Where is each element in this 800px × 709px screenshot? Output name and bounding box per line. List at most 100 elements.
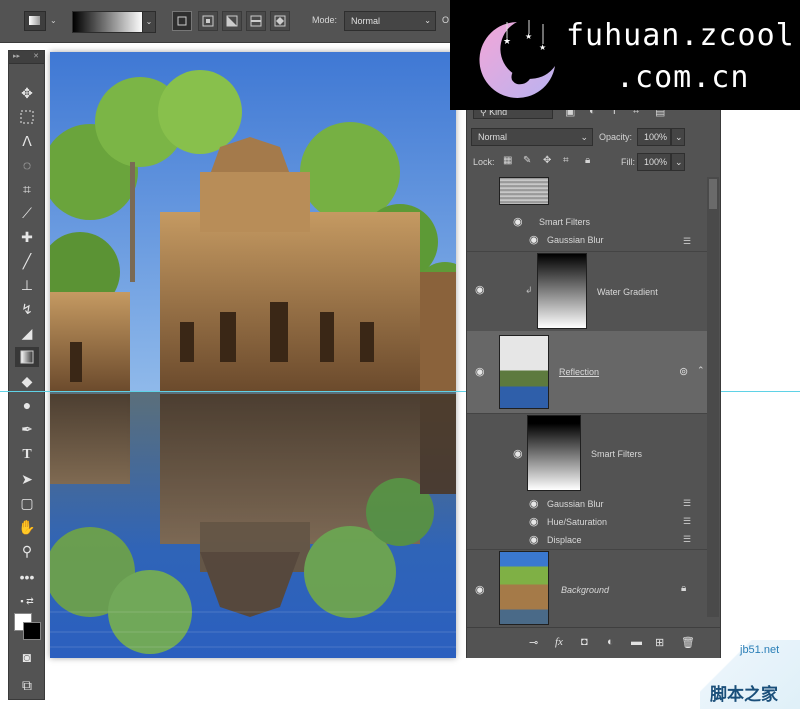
fill-dropdown[interactable]: ⌄ [671,153,685,171]
filter-options-icon[interactable]: ☰ [683,499,697,508]
lock-transparent-icon[interactable]: ▦ [503,155,512,166]
lock-position-icon[interactable]: ✥ [543,155,551,166]
stamp-tool-icon[interactable]: ⊥ [15,275,39,295]
eye-icon[interactable]: ◉ [529,515,539,528]
gradient-dropdown[interactable]: ⌄ [142,11,156,33]
crop-tool-icon[interactable]: ⌗ [15,179,39,199]
hand-tool-icon[interactable]: ✋ [15,517,39,537]
layer-thumbnail [537,253,587,329]
tools-panel-header[interactable]: ▸▸ ✕ [9,51,44,64]
layer-row-top[interactable]: ◉ Smart Filters ◉ Gaussian Blur ☰ [467,177,707,252]
gradient-picker[interactable] [72,11,144,33]
filter-options-icon[interactable]: ☰ [683,237,697,246]
new-layer-icon[interactable]: ⊞ [655,636,664,649]
layer-thumbnail [499,177,549,205]
eyedropper-tool-icon[interactable]: ⟋ [15,203,39,223]
opacity-value: 100% [644,132,668,142]
site-name: 脚本之家 [710,685,778,704]
marquee-tool-icon[interactable] [15,107,39,127]
blend-mode-value: Normal [478,132,508,142]
layer-row-reflection[interactable]: ◉ Reflection ⊚ ⌃ [467,331,707,414]
watermark-text-line1: fuhuan.zcool [566,18,795,53]
gradient-tool-preset-icon[interactable] [24,11,46,31]
watermark-text-line2: .com.cn [616,60,750,95]
swap-colors-icon[interactable]: ▪ ⇄ [15,591,39,611]
lock-pixels-icon[interactable]: ✎ [523,155,531,166]
eye-icon[interactable]: ◉ [529,533,539,546]
eye-icon[interactable]: ◉ [529,497,539,510]
diamond-gradient-button[interactable] [270,11,290,31]
background-color-swatch[interactable] [23,622,41,640]
type-tool-icon[interactable]: T [15,445,39,465]
smart-object-icon[interactable]: ⊚ [679,365,688,378]
history-brush-tool-icon[interactable]: ↯ [15,299,39,319]
fill-input[interactable]: 100% [637,153,671,171]
angle-gradient-button[interactable] [222,11,242,31]
collapse-chevron-icon[interactable]: ⌃ [697,365,705,376]
eye-icon[interactable]: ◉ [475,365,485,378]
delete-layer-icon[interactable]: 🗑︎ [681,636,695,649]
eraser-tool-icon[interactable]: ◢ [15,323,39,343]
layer-thumbnail [499,551,549,625]
layer-row-water-gradient[interactable]: ◉ ↲ Water Gradient [467,251,707,332]
mode-select[interactable]: Normal ⌄ [344,11,436,31]
brush-tool-icon[interactable]: ╱ [15,251,39,271]
lock-artboard-icon[interactable]: ⌗ [563,155,569,166]
blend-mode-select[interactable]: Normal ⌄ [471,128,593,146]
watermark-banner: ★ ★ ★ fuhuan.zcool .com.cn [450,0,800,110]
add-mask-icon[interactable]: ◘ [581,636,588,648]
document-canvas[interactable] [50,52,456,658]
healing-brush-tool-icon[interactable]: ✚ [15,227,39,247]
add-layer-style-icon[interactable]: fx [555,636,563,648]
lasso-tool-icon[interactable]: ᐱ [15,131,39,151]
blur-tool-icon[interactable]: ◆ [15,371,39,391]
scrollbar-thumb[interactable] [709,179,717,209]
opacity-label-cut: O [442,15,450,25]
quick-mask-icon[interactable]: ◙ [15,647,39,667]
site-url: jb51.net [740,644,780,656]
chevron-down-icon[interactable]: ⌄ [50,16,57,25]
gradient-tool-icon[interactable] [15,347,39,367]
eye-icon[interactable]: ◉ [513,215,523,228]
eye-icon[interactable]: ◉ [529,233,539,246]
opacity-input[interactable]: 100% [637,128,671,146]
lock-icon: 🔒︎ [681,583,687,594]
lock-label: Lock: [473,157,495,167]
eye-icon[interactable]: ◉ [513,447,523,460]
pen-tool-icon[interactable]: ✒ [15,419,39,439]
link-layers-icon[interactable]: ⊸ [529,636,538,649]
layer-thumbnail [499,335,549,409]
new-group-icon[interactable]: ▬ [631,636,642,648]
filter-options-icon[interactable]: ☰ [683,535,697,544]
rectangle-tool-icon[interactable]: ▢ [15,493,39,513]
new-adjustment-layer-icon[interactable]: ◐ [607,636,614,648]
zoom-tool-icon[interactable]: ⚲ [15,541,39,561]
filter-name: Gaussian Blur [547,499,604,509]
path-selection-tool-icon[interactable]: ➤ [15,469,39,489]
mode-value: Normal [351,16,381,26]
layer-row-smart-filters[interactable]: ◉ Smart Filters ◉ Gaussian Blur ☰ ◉ Hue/… [467,413,707,550]
opacity-dropdown[interactable]: ⌄ [671,128,685,146]
layer-name: Background [561,585,610,595]
filter-options-icon[interactable]: ☰ [683,517,697,526]
eye-icon[interactable]: ◉ [475,283,485,296]
reflected-gradient-button[interactable] [246,11,266,31]
linear-gradient-button[interactable] [172,11,192,31]
svg-text:★: ★ [525,32,532,41]
quick-selection-tool-icon[interactable]: ◌ [15,155,39,175]
opacity-label: Opacity: [599,132,633,142]
radial-gradient-button[interactable] [198,11,218,31]
svg-text:★: ★ [503,37,511,47]
more-tools-icon[interactable]: ••• [15,567,39,587]
layer-row-background[interactable]: ◉ Background 🔒︎ [467,549,707,628]
lock-all-icon[interactable]: 🔒︎ [585,155,590,166]
layers-scrollbar[interactable] [707,177,719,617]
svg-text:★: ★ [539,43,546,52]
eye-icon[interactable]: ◉ [475,583,485,596]
dodge-tool-icon[interactable]: ● [15,395,39,415]
screen-mode-icon[interactable]: ⧉ [15,675,39,695]
filter-name: Gaussian Blur [547,235,604,245]
layers-footer: ⊸ fx ◘ ◐ ▬ ⊞ 🗑︎ [467,627,720,658]
move-tool-icon[interactable]: ✥ [15,83,39,103]
options-bar: ⌄ ⌄ Mode: Normal ⌄ O [0,0,450,43]
